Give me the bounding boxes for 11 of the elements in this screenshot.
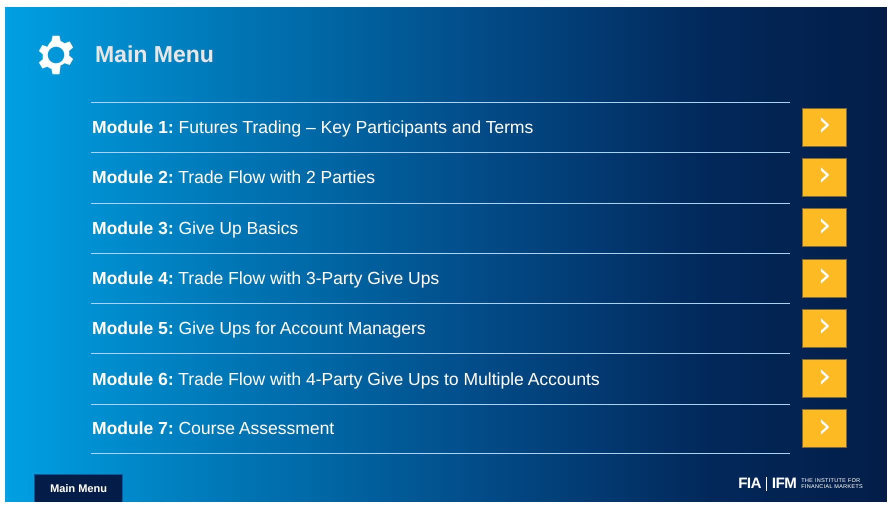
main-menu-button[interactable]: Main Menu: [34, 474, 123, 502]
module-title[interactable]: Module 5: Give Ups for Account Managers: [91, 303, 790, 354]
logo-mark: FIA: [738, 475, 761, 492]
module-title[interactable]: Module 6: Trade Flow with 4-Party Give Ups to Multiple Accounts: [91, 353, 790, 404]
module-title[interactable]: Module 4: Trade Flow with 3-Party Give Ups: [91, 252, 790, 304]
module-title[interactable]: Module 1: Futures Trading – Key Participants and Terms: [91, 102, 790, 152]
logo-mark: IFM: [772, 475, 796, 492]
module-title[interactable]: Module 2: Trade Flow with 2 Parties: [91, 152, 790, 203]
menu-title: Main Menu: [95, 41, 214, 68]
module-title[interactable]: Module 3: Give Up Basics: [91, 202, 790, 253]
module-title[interactable]: Module 7: Course Assessment: [91, 404, 790, 454]
